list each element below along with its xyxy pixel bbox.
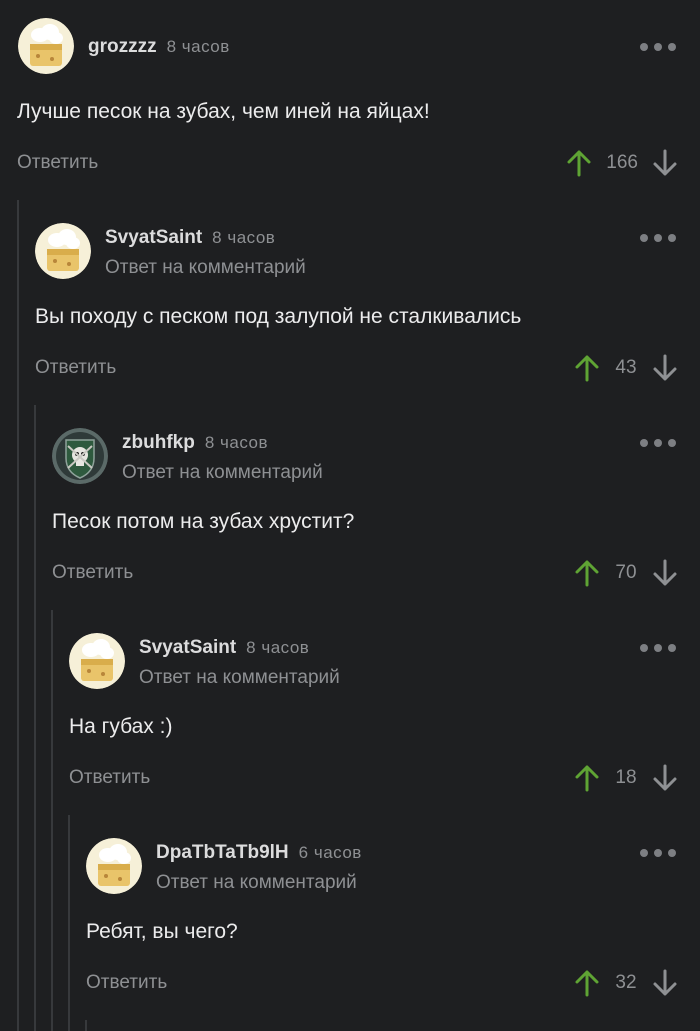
downvote-icon[interactable]	[652, 149, 678, 177]
comment-author[interactable]: zbuhfkp 8 часов	[122, 432, 268, 454]
thread-line	[68, 815, 70, 1031]
reply-button[interactable]: Ответить	[86, 972, 167, 994]
more-options-icon[interactable]	[640, 642, 676, 654]
vote-count: 18	[615, 767, 637, 788]
comment-author[interactable]: DpaTbTaTb9lH 6 часов	[156, 842, 362, 864]
upvote-icon[interactable]	[574, 354, 600, 382]
chef-hat-avatar[interactable]	[86, 838, 142, 894]
comment-time: 8 часов	[166, 37, 230, 56]
chef-hat-avatar[interactable]	[18, 18, 74, 74]
more-options-icon[interactable]	[640, 437, 676, 449]
downvote-icon[interactable]	[652, 559, 678, 587]
vote-count: 70	[615, 562, 637, 583]
reply-to-note[interactable]: Ответ на комментарий	[105, 257, 306, 279]
vote-count: 32	[615, 972, 637, 993]
reply-to-note[interactable]: Ответ на комментарий	[122, 462, 323, 484]
more-options-icon[interactable]	[640, 232, 676, 244]
reply-to-note[interactable]: Ответ на комментарий	[156, 872, 357, 894]
vote-count: 166	[606, 152, 638, 173]
upvote-icon[interactable]	[574, 764, 600, 792]
thread-line	[17, 200, 19, 1031]
chef-hat-avatar[interactable]	[35, 223, 91, 279]
reply-button[interactable]: Ответить	[17, 152, 98, 174]
comment-author[interactable]: SvyatSaint 8 часов	[105, 227, 275, 249]
reply-button[interactable]: Ответить	[35, 357, 116, 379]
vote-count: 43	[615, 357, 637, 378]
comment-time: 8 часов	[212, 228, 276, 247]
reply-to-note[interactable]: Ответ на комментарий	[139, 667, 340, 689]
comment-text: Песок потом на зубах хрустит?	[52, 510, 355, 533]
skull-shield-avatar[interactable]	[52, 428, 108, 484]
comment-author[interactable]: grozzzz 8 часов	[88, 36, 230, 58]
comment-text: Лучше песок на зубах, чем иней на яйцах!	[17, 100, 430, 123]
reply-button[interactable]: Ответить	[52, 562, 133, 584]
comment-text: Ребят, вы чего?	[86, 920, 238, 943]
thread-line	[34, 405, 36, 1031]
reply-button[interactable]: Ответить	[69, 767, 150, 789]
comment-author[interactable]: SvyatSaint 8 часов	[139, 637, 309, 659]
thread-line	[85, 1020, 87, 1031]
downvote-icon[interactable]	[652, 354, 678, 382]
comment-text: Вы походу с песком под залупой не сталки…	[35, 305, 522, 328]
more-options-icon[interactable]	[640, 847, 676, 859]
comment-text: На губах :)	[69, 715, 173, 738]
upvote-icon[interactable]	[574, 969, 600, 997]
downvote-icon[interactable]	[652, 764, 678, 792]
comment-time: 8 часов	[204, 433, 268, 452]
thread-line	[51, 610, 53, 1031]
upvote-icon[interactable]	[566, 149, 592, 177]
chef-hat-avatar[interactable]	[69, 633, 125, 689]
comment-time: 6 часов	[298, 843, 362, 862]
downvote-icon[interactable]	[652, 969, 678, 997]
more-options-icon[interactable]	[640, 41, 676, 53]
upvote-icon[interactable]	[574, 559, 600, 587]
comment-time: 8 часов	[246, 638, 310, 657]
